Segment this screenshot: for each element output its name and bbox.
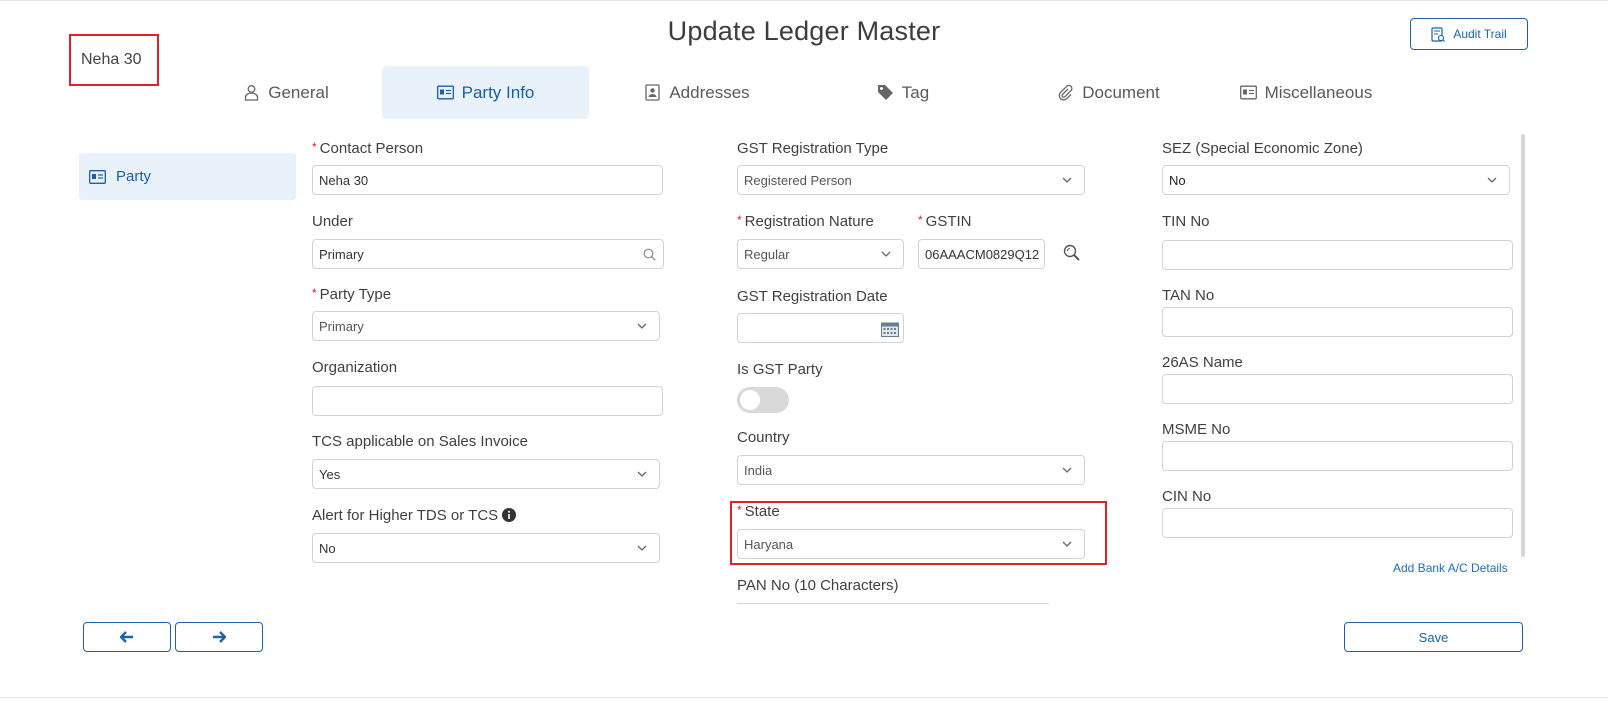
- required-marker: *: [918, 213, 923, 227]
- tab-label: Miscellaneous: [1264, 82, 1373, 102]
- chevron-down-icon: [637, 323, 647, 329]
- cin-no-input[interactable]: [1162, 508, 1513, 538]
- id-card-icon: [436, 85, 454, 100]
- save-button[interactable]: Save: [1344, 622, 1523, 652]
- tab-label: Document: [1082, 82, 1160, 102]
- required-marker: *: [312, 286, 317, 300]
- gstin-search-icon[interactable]: [1062, 243, 1082, 263]
- sidebar-item-label: Party: [116, 168, 152, 185]
- previous-button[interactable]: [83, 622, 171, 652]
- msme-no-input[interactable]: [1162, 441, 1513, 471]
- tab-miscellaneous[interactable]: Miscellaneous: [1216, 66, 1396, 119]
- gst-registration-type-label: GST Registration Type: [737, 140, 889, 157]
- info-icon[interactable]: [502, 508, 517, 522]
- chevron-down-icon: [1062, 541, 1072, 547]
- under-label: Under: [312, 213, 353, 230]
- chevron-down-icon: [1062, 177, 1072, 183]
- ledger-name: Neha 30: [81, 51, 142, 68]
- country-select[interactable]: India: [737, 455, 1085, 485]
- chevron-down-icon: [637, 545, 647, 551]
- bottom-border: [0, 697, 1608, 698]
- tan-no-input[interactable]: [1162, 307, 1513, 337]
- form-scrollbar[interactable]: [1521, 134, 1525, 557]
- tcs-applicable-label: TCS applicable on Sales Invoice: [312, 433, 528, 450]
- organization-label: Organization: [312, 359, 398, 376]
- id-card-icon: [1239, 85, 1257, 100]
- under-search-input[interactable]: Primary: [312, 239, 664, 269]
- gstin-input[interactable]: 06AAACM0829Q12: [918, 239, 1045, 269]
- contact-person-label: * Contact Person: [312, 140, 424, 157]
- user-icon: [245, 85, 259, 101]
- organization-input[interactable]: [312, 386, 663, 416]
- registration-nature-label: * Registration Nature: [737, 213, 874, 230]
- page-title: Update Ledger Master: [667, 16, 941, 46]
- tin-no-label: TIN No: [1162, 213, 1210, 230]
- required-marker: *: [737, 503, 742, 517]
- gst-registration-date-label: GST Registration Date: [737, 288, 888, 305]
- tab-general[interactable]: General: [190, 66, 382, 119]
- tcs-applicable-select[interactable]: Yes: [312, 459, 660, 489]
- tag-icon: [877, 85, 893, 100]
- tin-no-input[interactable]: [1162, 240, 1513, 270]
- audit-trail-button[interactable]: Audit Trail: [1410, 18, 1528, 50]
- contact-person-input[interactable]: Neha 30: [312, 165, 663, 195]
- next-button[interactable]: [175, 622, 263, 652]
- arrow-right-icon: [213, 631, 226, 643]
- tab-addresses[interactable]: Addresses: [589, 66, 805, 119]
- state-label: * State: [737, 503, 780, 520]
- ledger-name-highlight: Neha 30: [69, 34, 159, 86]
- cin-no-label: CIN No: [1162, 488, 1212, 505]
- is-gst-party-toggle[interactable]: [737, 387, 789, 413]
- search-icon[interactable]: [643, 248, 656, 261]
- pan-no-label: PAN No (10 Characters): [737, 577, 899, 594]
- tab-label: Tag: [901, 82, 930, 102]
- tab-label: General: [268, 82, 329, 102]
- is-gst-party-label: Is GST Party: [737, 361, 823, 378]
- tan-no-label: TAN No: [1162, 287, 1215, 304]
- required-marker: *: [312, 140, 317, 154]
- chevron-down-icon: [637, 471, 647, 477]
- paperclip-icon: [1058, 84, 1073, 101]
- tab-label: Addresses: [669, 82, 750, 102]
- 26as-name-label: 26AS Name: [1162, 354, 1243, 371]
- chevron-down-icon: [1487, 177, 1497, 183]
- gst-registration-type-select[interactable]: Registered Person: [737, 165, 1085, 195]
- gst-registration-date-input[interactable]: [737, 313, 904, 343]
- alert-higher-tds-select[interactable]: No: [312, 533, 660, 563]
- toggle-knob: [740, 390, 760, 410]
- sez-label: SEZ (Special Economic Zone): [1162, 140, 1363, 157]
- tab-tag[interactable]: Tag: [805, 66, 1001, 119]
- tab-document[interactable]: Document: [1001, 66, 1216, 119]
- id-card-icon: [89, 169, 106, 184]
- party-type-label: * Party Type: [312, 286, 392, 303]
- 26as-name-input[interactable]: [1162, 374, 1513, 404]
- chevron-down-icon: [881, 251, 891, 257]
- tab-bar: General Party Info Addresses Tag Documen…: [190, 66, 1396, 119]
- audit-document-icon: [1431, 26, 1446, 42]
- msme-no-label: MSME No: [1162, 421, 1231, 438]
- gstin-label: * GSTIN: [918, 213, 972, 230]
- calendar-icon[interactable]: [881, 321, 899, 337]
- audit-trail-label: Audit Trail: [1453, 27, 1507, 41]
- chevron-down-icon: [1062, 467, 1072, 473]
- add-bank-details-link[interactable]: Add Bank A/C Details: [1393, 561, 1508, 575]
- address-book-icon: [645, 84, 660, 101]
- country-label: Country: [737, 429, 790, 446]
- top-border: [0, 0, 1608, 1]
- sidebar-item-party[interactable]: Party: [79, 153, 296, 200]
- arrow-left-icon: [120, 631, 133, 643]
- required-marker: *: [737, 213, 742, 227]
- sez-select[interactable]: No: [1162, 165, 1510, 195]
- party-type-select[interactable]: Primary: [312, 311, 660, 341]
- pan-no-input[interactable]: [737, 603, 1049, 604]
- tab-party-info[interactable]: Party Info: [382, 66, 589, 119]
- state-select[interactable]: Haryana: [737, 529, 1085, 559]
- alert-higher-tds-label: Alert for Higher TDS or TCS: [312, 507, 517, 524]
- registration-nature-select[interactable]: Regular: [737, 239, 904, 269]
- tab-label: Party Info: [461, 82, 535, 102]
